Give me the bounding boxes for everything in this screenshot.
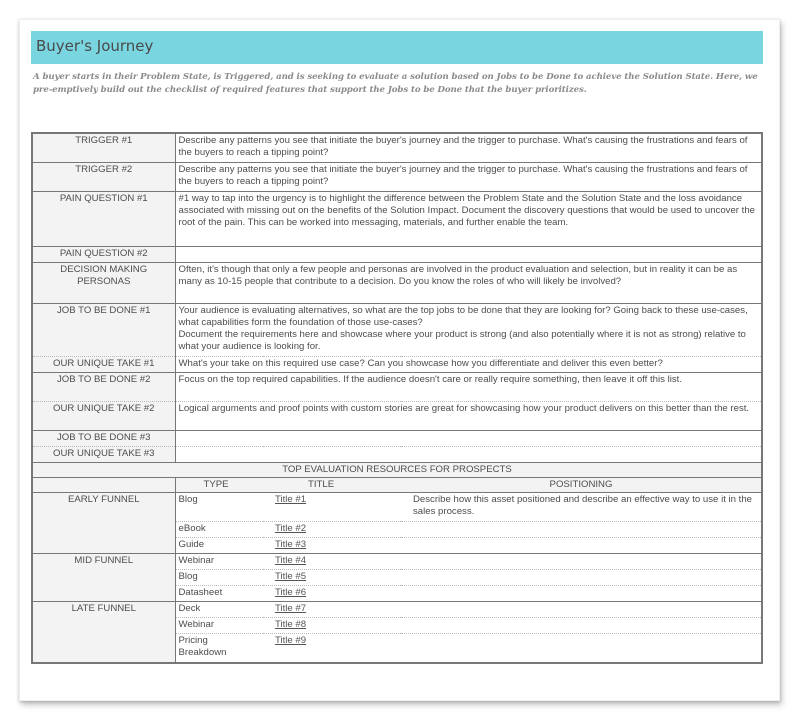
column-header-positioning: POSITIONING <box>401 477 762 493</box>
row-text[interactable]: #1 way to tap into the urgency is to hig… <box>175 191 762 247</box>
document-page: Buyer's Journey A buyer starts in their … <box>19 19 780 701</box>
row-label: JOB TO BE DONE #3 <box>32 430 176 447</box>
row-text[interactable]: Your audience is evaluating alternatives… <box>175 303 762 357</box>
table-row: OUR UNIQUE TAKE #3 <box>32 446 762 463</box>
table-row: JOB TO BE DONE #1 Your audience is evalu… <box>32 303 762 357</box>
table-row: JOB TO BE DONE #3 <box>32 430 762 447</box>
row-label: PAIN QUESTION #1 <box>32 191 176 247</box>
table-row: PAIN QUESTION #2 <box>32 246 762 263</box>
positioning-cell[interactable] <box>401 537 762 554</box>
table-row: JOB TO BE DONE #2 Focus on the top requi… <box>32 372 762 402</box>
resource-title-link[interactable]: Title #6 <box>275 587 306 598</box>
section-header: Buyer's Journey <box>31 31 763 64</box>
resource-type: eBook <box>175 521 263 538</box>
resource-title-link[interactable]: Title #8 <box>275 619 306 630</box>
row-label: PAIN QUESTION #2 <box>32 246 176 263</box>
positioning-cell[interactable] <box>401 585 762 602</box>
row-text[interactable]: Describe any patterns you see that initi… <box>175 162 762 192</box>
resource-type: Guide <box>175 537 263 554</box>
column-header-blank <box>32 477 176 493</box>
resource-type: Webinar <box>175 553 263 570</box>
table-row: PAIN QUESTION #1 #1 way to tap into the … <box>32 191 762 247</box>
buyer-journey-table: TRIGGER #1 Describe any patterns you see… <box>31 132 763 664</box>
resources-heading-row: TOP EVALUATION RESOURCES FOR PROSPECTS <box>32 462 762 478</box>
resource-type: Blog <box>175 569 263 586</box>
resource-title-link[interactable]: Title #5 <box>275 571 306 582</box>
resource-type: Deck <box>175 601 263 618</box>
column-header-type: TYPE <box>175 477 263 493</box>
resources-column-header-row: TYPE TITLE POSITIONING <box>32 477 762 493</box>
row-label: JOB TO BE DONE #1 <box>32 303 176 357</box>
row-text[interactable] <box>175 246 762 263</box>
intro-text: A buyer starts in their Problem State, i… <box>33 72 758 95</box>
row-text[interactable] <box>175 446 762 463</box>
resource-row: LATE FUNNEL Deck Title #7 <box>32 601 762 663</box>
positioning-cell[interactable] <box>401 569 762 586</box>
row-label: TRIGGER #2 <box>32 162 176 192</box>
resource-title-link[interactable]: Title #7 <box>275 603 306 614</box>
funnel-stage-label: LATE FUNNEL <box>32 601 176 663</box>
resource-title-link[interactable]: Title #1 <box>275 494 306 505</box>
row-label: OUR UNIQUE TAKE #2 <box>32 401 176 431</box>
resource-title-link[interactable]: Title #3 <box>275 539 306 550</box>
resource-title-link[interactable]: Title #4 <box>275 555 306 566</box>
column-header-title: TITLE <box>263 477 401 493</box>
row-label: DECISION MAKING PERSONAS <box>32 262 176 304</box>
positioning-cell[interactable] <box>401 617 762 634</box>
table-row: TRIGGER #2 Describe any patterns you see… <box>32 162 762 192</box>
table-row: TRIGGER #1 Describe any patterns you see… <box>32 133 762 163</box>
resource-row: EARLY FUNNEL Blog Title #1 Describe how … <box>32 492 762 554</box>
positioning-note[interactable]: Describe how this asset positioned and d… <box>401 492 762 522</box>
page-title: Buyer's Journey <box>36 37 154 55</box>
row-text-line: Document the requirements here and showc… <box>178 329 746 352</box>
row-text[interactable]: What's your take on this required use ca… <box>175 356 762 373</box>
positioning-cell[interactable] <box>401 553 762 570</box>
resource-type: Webinar <box>175 617 263 634</box>
row-label: JOB TO BE DONE #2 <box>32 372 176 402</box>
row-text[interactable]: Focus on the top required capabilities. … <box>175 372 762 402</box>
funnel-stage-label: MID FUNNEL <box>32 553 176 602</box>
resource-title-link[interactable]: Title #2 <box>275 523 306 534</box>
table-row: OUR UNIQUE TAKE #2 Logical arguments and… <box>32 401 762 431</box>
positioning-cell[interactable] <box>401 601 762 618</box>
resource-type: Pricing Breakdown <box>175 633 263 663</box>
row-label: OUR UNIQUE TAKE #3 <box>32 446 176 463</box>
positioning-cell[interactable] <box>401 521 762 538</box>
row-text[interactable]: Logical arguments and proof points with … <box>175 401 762 431</box>
resource-type: Blog <box>175 492 263 522</box>
positioning-cell[interactable] <box>401 633 762 663</box>
row-text-line: Your audience is evaluating alternatives… <box>178 305 748 328</box>
table-row: DECISION MAKING PERSONAS Often, it's tho… <box>32 262 762 304</box>
row-text[interactable]: Often, it's though that only a few peopl… <box>175 262 762 304</box>
row-text[interactable]: Describe any patterns you see that initi… <box>175 133 762 163</box>
resource-title-link[interactable]: Title #9 <box>275 635 306 646</box>
resource-type: Datasheet <box>175 585 263 602</box>
resource-row: MID FUNNEL Webinar Title #4 <box>32 553 762 602</box>
resources-heading: TOP EVALUATION RESOURCES FOR PROSPECTS <box>32 462 762 478</box>
row-label: OUR UNIQUE TAKE #1 <box>32 356 176 373</box>
row-text[interactable] <box>175 430 762 447</box>
funnel-stage-label: EARLY FUNNEL <box>32 492 176 554</box>
row-label: TRIGGER #1 <box>32 133 176 163</box>
table-row: OUR UNIQUE TAKE #1 What's your take on t… <box>32 356 762 373</box>
